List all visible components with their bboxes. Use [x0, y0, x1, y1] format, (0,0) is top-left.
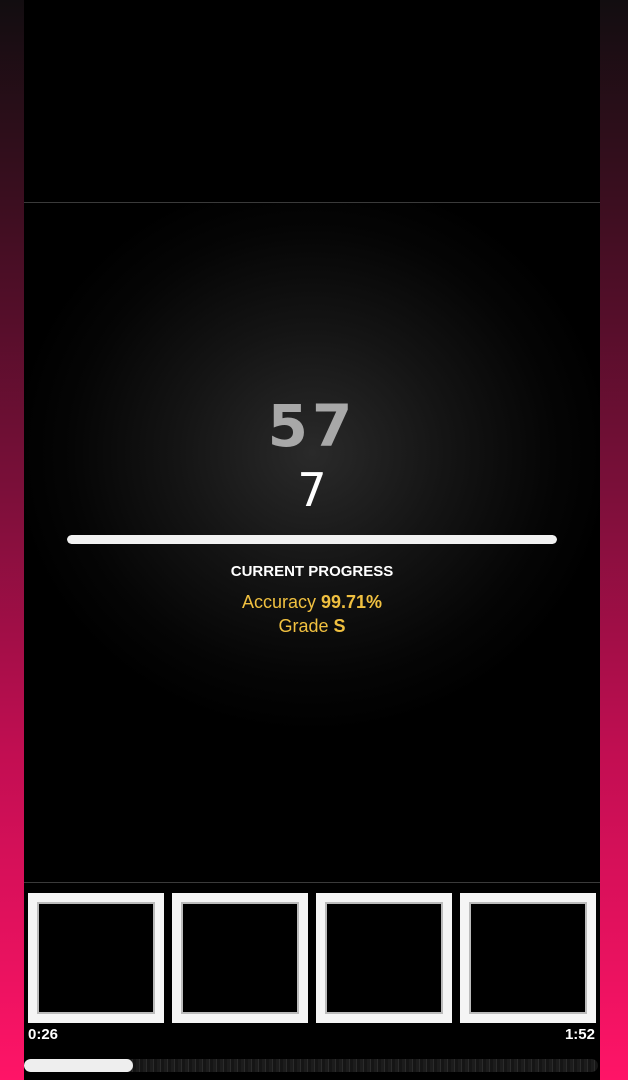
- song-timeline[interactable]: [24, 1059, 598, 1072]
- lane-3-key[interactable]: [316, 893, 452, 1023]
- note-lanes: [28, 893, 600, 1025]
- lane-2-key[interactable]: [172, 893, 308, 1023]
- lane-1-key[interactable]: [28, 893, 164, 1023]
- total-time: 1:52: [564, 1026, 595, 1043]
- lane-4-key[interactable]: [460, 893, 596, 1023]
- grade-label: Grade: [278, 616, 329, 636]
- combo-count: 57: [267, 392, 357, 460]
- accuracy-value: 99.71%: [320, 592, 383, 612]
- grade-value: S: [333, 616, 346, 636]
- game-area: 57 7 CURRENT PROGRESS Accuracy 99.71% Gr…: [24, 0, 600, 1080]
- song-timeline-fill: [24, 1059, 134, 1072]
- center-panel: 57 7 CURRENT PROGRESS Accuracy 99.71% Gr…: [24, 203, 600, 883]
- accuracy-line: Accuracy 99.71%: [24, 592, 600, 613]
- current-time: 0:26: [28, 1026, 59, 1043]
- accuracy-label: Accuracy: [241, 592, 316, 612]
- grade-line: Grade S: [24, 616, 600, 637]
- top-panel: [24, 0, 600, 203]
- progress-bar: [67, 535, 557, 544]
- combo-digit: 7: [297, 463, 327, 517]
- progress-title: CURRENT PROGRESS: [230, 563, 394, 580]
- right-accent-bar: [600, 0, 628, 1080]
- progress-bar-fill: [67, 535, 557, 544]
- left-accent-bar: [0, 0, 24, 1080]
